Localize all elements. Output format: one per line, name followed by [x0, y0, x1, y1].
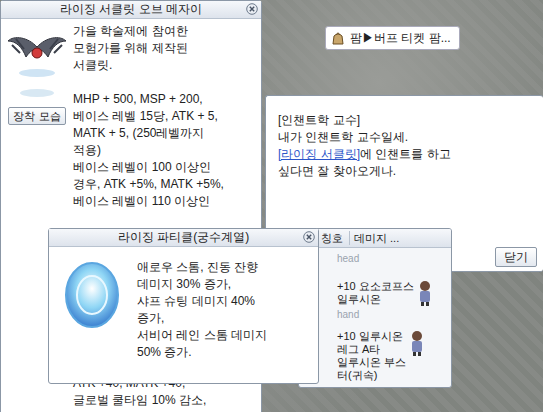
description-line: 베이스 레벨이 110 이상인	[73, 193, 259, 210]
npc-name: 팜▶버프 티켓 팜...	[350, 29, 451, 47]
description-line: 경우, ATK +5%, MATK +5%,	[73, 176, 259, 193]
entry-line: +10 요소코프스	[337, 280, 414, 293]
description-line: 서클릿.	[73, 57, 259, 74]
character-icon	[408, 330, 426, 356]
description-line: 적용)	[73, 142, 259, 159]
slot-label: hand	[337, 308, 449, 322]
entry-line: 레그 A타	[337, 343, 406, 356]
window-title: 라이징 서클릿 오브 메자이	[60, 2, 202, 16]
column-header[interactable]: 데미지 ...	[349, 231, 399, 245]
ranking-window: 칭호 데미지 ... head +10 요소코프스일루시온 hand +10 일루시온레그…	[298, 228, 452, 388]
description-line: 베이스 레벨 15당, ATK + 5,	[73, 108, 259, 125]
dialog-top	[266, 96, 543, 106]
tooltip-line: 50% 증가.	[137, 344, 267, 361]
entry-line: 일루시온 부스	[337, 356, 406, 369]
tooltip-line: 데미지 30% 증가,	[137, 276, 267, 293]
dialog-line: 싶다면 잘 찾아오게나.	[278, 163, 533, 180]
game-screen: 라이징 서클릿 오브 메자이장착 모습 가을 학술제에 참여한모험가를 위해 제작…	[0, 0, 543, 412]
npc-name-plate[interactable]: 팜▶버프 티켓 팜...	[325, 26, 460, 50]
character-icon	[416, 280, 434, 306]
bag-icon	[330, 30, 346, 46]
description-line: 모험가를 위해 제작된	[73, 40, 259, 57]
tooltip-line: 애로우 스톰, 진동 잔향	[137, 259, 267, 276]
circlet-icon	[6, 27, 68, 85]
dialog-line: [라이징 서클릿]에 인챈트를 하고	[278, 146, 533, 163]
tooltip-line: 증가,	[137, 310, 267, 327]
shadow-icon	[17, 85, 57, 101]
tooltip-image	[49, 247, 135, 361]
ranking-entry[interactable]: +10 요소코프스일루시온	[337, 280, 449, 306]
item-link[interactable]: [라이징 서클릿]	[278, 147, 360, 161]
title-bar: 라이징 서클릿 오브 메자이	[1, 1, 261, 19]
entry-lines: +10 일루시온레그 A타일루시온 부스터(귀속)	[337, 330, 406, 382]
tooltip-body: 애로우 스톰, 진동 잔향데미지 30% 증가,샤프 슈팅 데미지 40%증가,…	[49, 247, 318, 361]
title-bar: 라이징 파티클(궁수계열)	[49, 229, 318, 247]
equip-preview-button[interactable]: 장착 모습	[8, 107, 65, 125]
close-button[interactable]: 닫기	[495, 247, 537, 267]
ranking-header: 칭호 데미지 ...	[299, 229, 451, 248]
tooltip-lines: 애로우 스톰, 진동 잔향데미지 30% 증가,샤프 슈팅 데미지 40%증가,…	[135, 247, 271, 361]
dialog-line: 내가 인챈트학 교수일세.	[278, 129, 533, 146]
item-tooltip: 라이징 파티클(궁수계열) 애로우 스톰, 진동 잔향데미지 30% 증가,샤프 …	[48, 228, 319, 384]
entry-line: +10 일루시온	[337, 330, 406, 343]
description-line: MATK + 5, (250레벨까지	[73, 125, 259, 142]
close-icon[interactable]	[303, 231, 315, 243]
description-line: 베이스 레벨이 100 이상인	[73, 159, 259, 176]
description-line: MHP + 500, MSP + 200,	[73, 91, 259, 108]
column-header[interactable]: 칭호	[321, 231, 343, 245]
spacer	[73, 74, 259, 91]
dialog-text-part: 내가 인챈트학 교수일세.	[278, 130, 408, 144]
description-line: 글로벌 쿨타임 10% 감소,	[73, 392, 259, 409]
ranking-list: head +10 요소코프스일루시온 hand +10 일루시온레그 A타일루시온 부…	[299, 248, 451, 382]
tooltip-line: 서비어 레인 스톰 데미지	[137, 327, 267, 344]
description-line: 가을 학술제에 참여한	[73, 23, 259, 40]
entry-line: 터(귀속)	[337, 369, 406, 382]
entry-line: 일루시온	[337, 293, 414, 306]
dialog-text-part: 에 인챈트를 하고	[360, 147, 451, 161]
speaker-name: [인챈트학 교수]	[278, 112, 533, 129]
entry-lines: +10 요소코프스일루시온	[337, 280, 414, 306]
slot-label: head	[337, 252, 449, 266]
ranking-entry[interactable]: +10 일루시온레그 A타일루시온 부스터(귀속)	[337, 330, 449, 382]
dialog-text: [인챈트학 교수]내가 인챈트학 교수일세. [라이징 서클릿]에 인챈트를 하고…	[266, 106, 543, 180]
tooltip-title: 라이징 파티클(궁수계열)	[118, 230, 249, 244]
dialog-text-part: 싶다면 잘 찾아오게나.	[278, 164, 396, 178]
close-icon[interactable]	[246, 3, 258, 15]
particle-icon	[57, 253, 127, 337]
tooltip-line: 샤프 슈팅 데미지 40%	[137, 293, 267, 310]
